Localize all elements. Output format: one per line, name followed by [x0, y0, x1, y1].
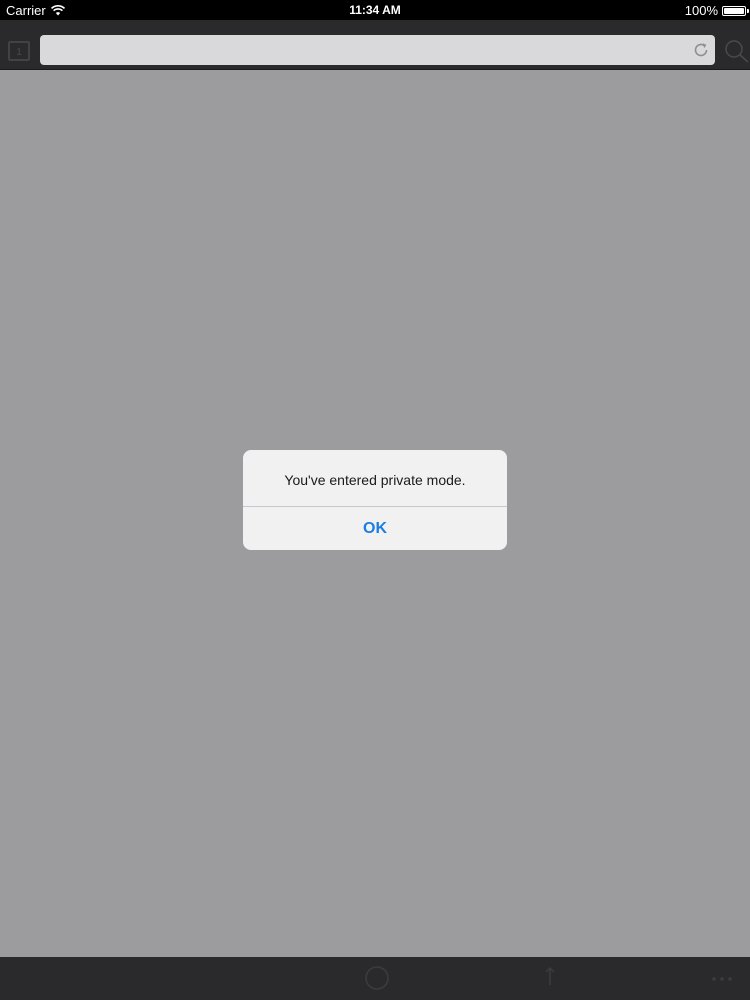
- share-button[interactable]: [538, 965, 562, 991]
- private-mode-alert: You've entered private mode. OK: [243, 450, 507, 550]
- bookmarks-icon: [725, 40, 749, 63]
- ok-button[interactable]: OK: [243, 507, 507, 550]
- tabs-icon: 1: [8, 41, 30, 61]
- browser-toolbar: 1: [0, 20, 750, 70]
- home-button[interactable]: [364, 965, 390, 991]
- reload-icon: [694, 43, 708, 57]
- bottom-toolbar: [0, 957, 750, 1000]
- more-icon: [712, 977, 732, 981]
- more-button[interactable]: [707, 969, 737, 989]
- battery-tip: [747, 8, 749, 13]
- alert-message: You've entered private mode.: [284, 472, 466, 488]
- status-bar: Carrier 11:34 AM 100%: [0, 0, 750, 20]
- home-icon: [365, 966, 389, 990]
- share-icon: [545, 966, 555, 985]
- screen: Carrier 11:34 AM 100% 1 You've entered p…: [0, 0, 750, 1000]
- battery-percent: 100%: [684, 3, 718, 18]
- bookmarks-button[interactable]: [722, 39, 750, 63]
- status-time: 11:34 AM: [349, 3, 401, 17]
- tabs-button[interactable]: 1: [8, 39, 32, 63]
- reload-button[interactable]: [689, 38, 713, 62]
- battery-icon: [722, 5, 749, 16]
- svg-text:1: 1: [16, 47, 22, 58]
- address-bar[interactable]: [40, 35, 715, 65]
- status-right: 100%: [684, 3, 749, 18]
- battery-fill: [724, 7, 744, 14]
